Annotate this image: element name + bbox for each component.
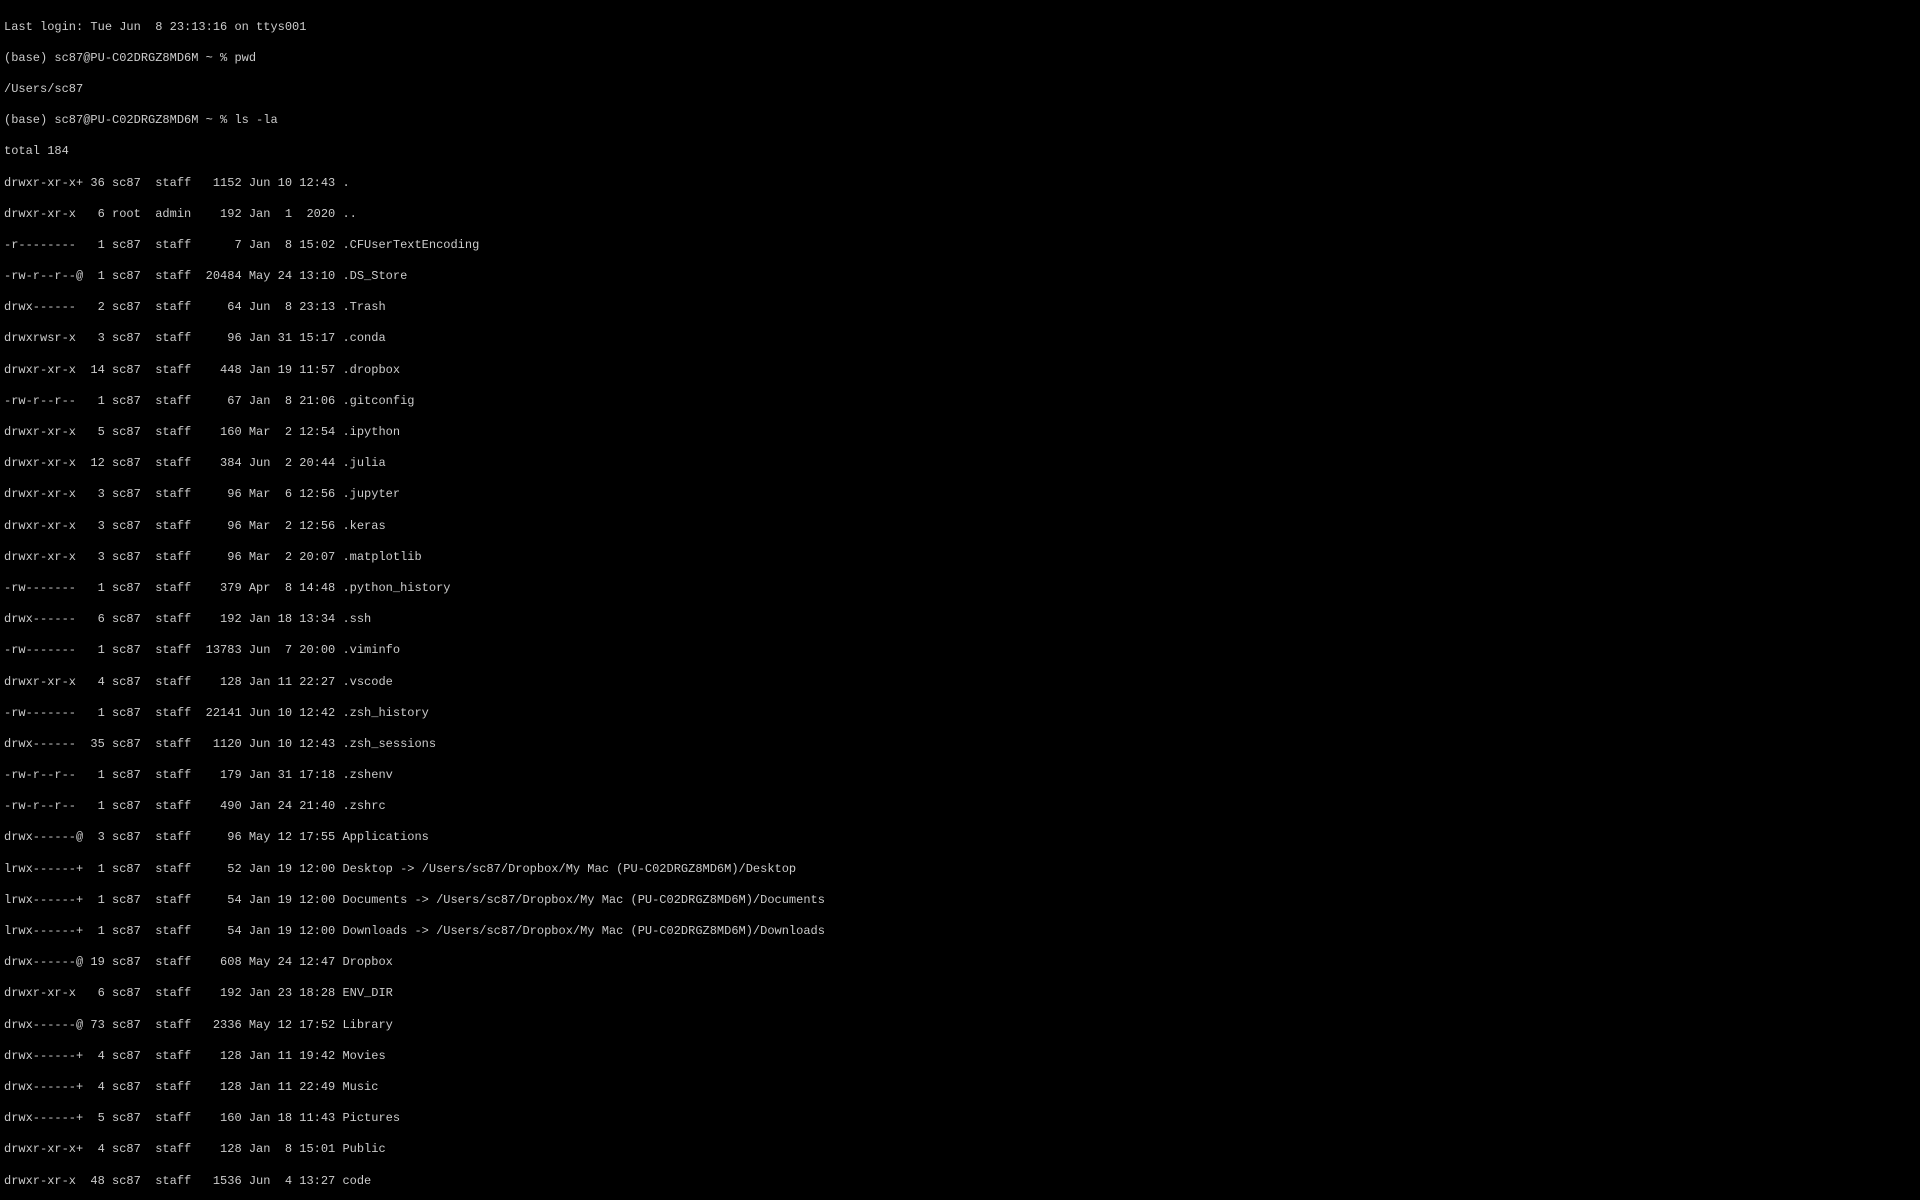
ls-row: drwx------@ 3 sc87 staff 96 May 12 17:55… <box>4 830 1916 846</box>
ls-row: -rw------- 1 sc87 staff 22141 Jun 10 12:… <box>4 706 1916 722</box>
ls-row: drwxr-xr-x 3 sc87 staff 96 Mar 6 12:56 .… <box>4 487 1916 503</box>
ls-row: drwx------ 2 sc87 staff 64 Jun 8 23:13 .… <box>4 300 1916 316</box>
ls-row: -rw------- 1 sc87 staff 379 Apr 8 14:48 … <box>4 581 1916 597</box>
ls-row: drwx------+ 5 sc87 staff 160 Jan 18 11:4… <box>4 1111 1916 1127</box>
ls-row: lrwx------+ 1 sc87 staff 52 Jan 19 12:00… <box>4 862 1916 878</box>
ls-row: -rw-r--r--@ 1 sc87 staff 20484 May 24 13… <box>4 269 1916 285</box>
ls-row: drwxrwsr-x 3 sc87 staff 96 Jan 31 15:17 … <box>4 331 1916 347</box>
ls-row: drwxr-xr-x 5 sc87 staff 160 Mar 2 12:54 … <box>4 425 1916 441</box>
output-line: /Users/sc87 <box>4 82 1916 98</box>
ls-row: -rw-r--r-- 1 sc87 staff 67 Jan 8 21:06 .… <box>4 394 1916 410</box>
ls-row: drwx------@ 19 sc87 staff 608 May 24 12:… <box>4 955 1916 971</box>
ls-row: lrwx------+ 1 sc87 staff 54 Jan 19 12:00… <box>4 893 1916 909</box>
ls-row: drwx------+ 4 sc87 staff 128 Jan 11 19:4… <box>4 1049 1916 1065</box>
ls-row: drwxr-xr-x 12 sc87 staff 384 Jun 2 20:44… <box>4 456 1916 472</box>
ls-row: drwxr-xr-x 48 sc87 staff 1536 Jun 4 13:2… <box>4 1174 1916 1190</box>
ls-row: drwxr-xr-x 6 sc87 staff 192 Jan 23 18:28… <box>4 986 1916 1002</box>
shell-line: (base) sc87@PU-C02DRGZ8MD6M ~ % ls -la <box>4 113 1916 129</box>
ls-row: lrwx------+ 1 sc87 staff 54 Jan 19 12:00… <box>4 924 1916 940</box>
ls-row: drwxr-xr-x+ 4 sc87 staff 128 Jan 8 15:01… <box>4 1142 1916 1158</box>
ls-row: drwx------ 6 sc87 staff 192 Jan 18 13:34… <box>4 612 1916 628</box>
terminal-viewport[interactable]: Last login: Tue Jun 8 23:13:16 on ttys00… <box>0 0 1920 1200</box>
ls-row: -rw-r--r-- 1 sc87 staff 490 Jan 24 21:40… <box>4 799 1916 815</box>
ls-row: -rw------- 1 sc87 staff 13783 Jun 7 20:0… <box>4 643 1916 659</box>
ls-row: drwx------ 35 sc87 staff 1120 Jun 10 12:… <box>4 737 1916 753</box>
ls-row: drwx------@ 73 sc87 staff 2336 May 12 17… <box>4 1018 1916 1034</box>
ls-row: drwx------+ 4 sc87 staff 128 Jan 11 22:4… <box>4 1080 1916 1096</box>
ls-row: drwxr-xr-x 3 sc87 staff 96 Mar 2 20:07 .… <box>4 550 1916 566</box>
ls-row: drwxr-xr-x 14 sc87 staff 448 Jan 19 11:5… <box>4 363 1916 379</box>
last-login-line: Last login: Tue Jun 8 23:13:16 on ttys00… <box>4 20 1916 36</box>
ls-row: drwxr-xr-x 6 root admin 192 Jan 1 2020 .… <box>4 207 1916 223</box>
ls-row: drwxr-xr-x 3 sc87 staff 96 Mar 2 12:56 .… <box>4 519 1916 535</box>
shell-line: (base) sc87@PU-C02DRGZ8MD6M ~ % pwd <box>4 51 1916 67</box>
ls-row: drwxr-xr-x+ 36 sc87 staff 1152 Jun 10 12… <box>4 176 1916 192</box>
ls-row: -r-------- 1 sc87 staff 7 Jan 8 15:02 .C… <box>4 238 1916 254</box>
ls-row: drwxr-xr-x 4 sc87 staff 128 Jan 11 22:27… <box>4 675 1916 691</box>
ls-row: -rw-r--r-- 1 sc87 staff 179 Jan 31 17:18… <box>4 768 1916 784</box>
output-line: total 184 <box>4 144 1916 160</box>
